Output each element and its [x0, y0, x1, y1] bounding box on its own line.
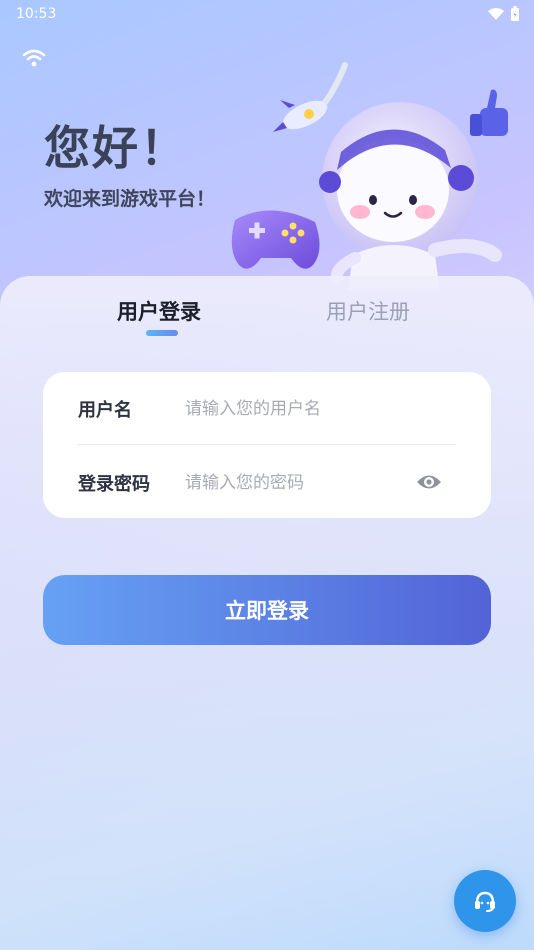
- status-time: 10:53: [16, 6, 57, 22]
- thumbs-up-icon: [470, 89, 508, 136]
- wifi-icon: [488, 8, 504, 20]
- password-label: 登录密码: [78, 474, 150, 495]
- battery-icon: [511, 6, 519, 21]
- astronaut-illustration: [231, 62, 508, 290]
- form-divider: [78, 444, 456, 445]
- wifi-signal-icon: [22, 49, 46, 67]
- gamepad-icon: [231, 210, 320, 269]
- password-input[interactable]: [185, 468, 405, 498]
- tab-register[interactable]: 用户注册: [326, 296, 410, 326]
- username-label: 用户名: [78, 400, 132, 421]
- active-tab-indicator: [146, 330, 178, 336]
- username-input[interactable]: [185, 394, 405, 424]
- login-button[interactable]: 立即登录: [43, 575, 491, 645]
- greeting-title: 您好！: [44, 121, 188, 175]
- status-icons: [488, 6, 520, 22]
- status-bar: 10:53: [0, 0, 534, 28]
- headset-icon: [475, 891, 495, 912]
- eye-icon[interactable]: [415, 471, 443, 493]
- greeting-subtitle: 欢迎来到游戏平台！: [44, 188, 216, 210]
- customer-service-button[interactable]: [454, 870, 516, 932]
- login-form: 用户名 登录密码: [43, 372, 491, 518]
- tab-login[interactable]: 用户登录: [117, 296, 201, 326]
